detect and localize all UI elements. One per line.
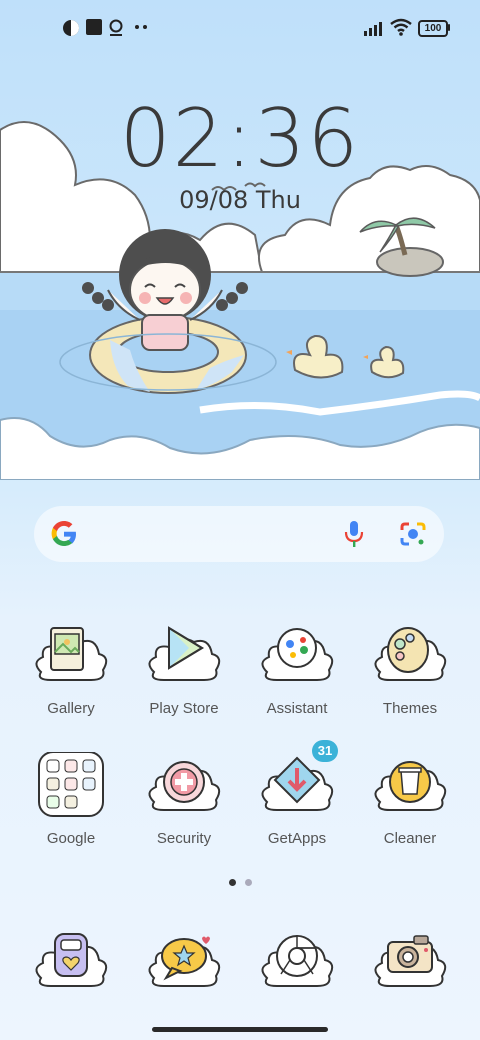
phone-icon: [35, 933, 108, 987]
app-label: Google: [46, 830, 96, 847]
app-play-store[interactable]: Play Store: [129, 622, 239, 717]
app-themes[interactable]: Themes: [355, 622, 465, 717]
battery-icon: 100: [418, 20, 448, 37]
getapps-icon: [261, 756, 334, 811]
clock-time[interactable]: 02:36: [0, 92, 480, 185]
app-label: Security: [156, 830, 212, 847]
google-folder-icon: [38, 751, 104, 817]
app-label: Assistant: [266, 700, 328, 717]
app-cleaner[interactable]: Cleaner: [355, 752, 465, 847]
more-dots-icon: [135, 25, 147, 29]
dock-messages[interactable]: [129, 928, 239, 1000]
signal-icon: [364, 22, 382, 36]
mic-icon[interactable]: [344, 520, 364, 548]
app-label: Gallery: [47, 700, 95, 717]
wallpaper-illustration: [0, 121, 480, 480]
dock-chrome[interactable]: [242, 928, 352, 1000]
dock-phone[interactable]: [16, 928, 126, 1000]
app-label: Play Store: [149, 700, 219, 717]
chrome-icon: [261, 935, 334, 987]
clock-date[interactable]: 09/08 Thu: [0, 186, 480, 214]
messages-icon: [148, 936, 221, 987]
cleaner-icon: [374, 761, 447, 811]
app-security[interactable]: Security: [129, 752, 239, 847]
assistant-icon: [261, 628, 334, 681]
battery-tip: [448, 24, 450, 31]
gesture-nav-handle[interactable]: [152, 1027, 328, 1032]
app-getapps[interactable]: GetApps: [242, 752, 352, 847]
page-indicator-dot: [245, 879, 252, 886]
app-gallery[interactable]: Gallery: [16, 622, 126, 717]
security-icon: [148, 761, 221, 811]
status-bar: 100: [0, 0, 480, 56]
camera-icon: [374, 935, 447, 987]
app-folder-google[interactable]: Google: [16, 751, 126, 847]
app-label: GetApps: [267, 830, 327, 847]
lens-icon[interactable]: [400, 521, 426, 547]
gallery-icon: [35, 627, 108, 681]
play-store-icon: [148, 626, 221, 681]
app-label: Themes: [382, 700, 438, 717]
page-indicator-dot-active: [229, 879, 236, 886]
notification-badge: 31: [312, 740, 338, 762]
dock-camera[interactable]: [355, 928, 465, 1000]
app-assistant[interactable]: Assistant: [242, 622, 352, 717]
square-app-icon: [86, 19, 102, 35]
battery-level: 100: [424, 23, 442, 34]
notification-icon: [109, 19, 123, 36]
app-label: Cleaner: [383, 830, 437, 847]
wifi-icon: [390, 18, 412, 36]
google-logo-icon: [51, 521, 76, 546]
themes-icon: [374, 627, 447, 681]
circle-app-icon: [63, 20, 79, 36]
google-search-bar[interactable]: [34, 506, 444, 562]
